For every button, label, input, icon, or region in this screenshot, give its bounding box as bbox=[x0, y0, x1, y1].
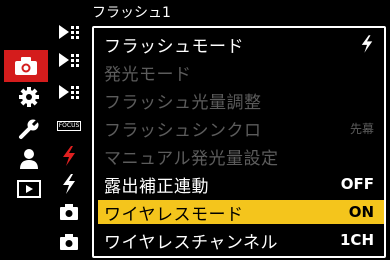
subtab-2[interactable] bbox=[52, 50, 86, 74]
menu-item-label: フラッシュモード bbox=[104, 36, 244, 57]
menu-item-label: 露出補正連動 bbox=[104, 176, 209, 197]
menu-item-value: OFF bbox=[340, 175, 374, 193]
menu-item-value: 1CH bbox=[340, 231, 374, 249]
subtab-6[interactable] bbox=[52, 174, 86, 198]
subtab-7[interactable] bbox=[52, 202, 86, 226]
menu-item-exposure-comp-link[interactable]: 露出補正連動 OFF bbox=[98, 172, 384, 197]
subtab-5[interactable] bbox=[52, 146, 86, 170]
person-icon bbox=[18, 148, 40, 170]
menu-item-flash-sync[interactable]: フラッシュシンクロ 先幕 bbox=[98, 116, 384, 141]
playback-icon bbox=[17, 180, 41, 198]
menu-panel: フラッシュモード 発光モード フラッシュ光量調整 フラッシュシンクロ 先幕 マニ… bbox=[92, 26, 386, 258]
menu-item-label: 発光モード bbox=[104, 64, 192, 85]
menu-item-wireless-channel[interactable]: ワイヤレスチャンネル 1CH bbox=[98, 228, 384, 253]
menu-item-value: 先幕 bbox=[349, 121, 374, 136]
tab-playback[interactable] bbox=[10, 176, 48, 202]
focus-icon: FOCUS bbox=[56, 121, 82, 131]
menu-item-label: フラッシュシンクロ bbox=[104, 120, 262, 141]
camera-settings-icon bbox=[59, 203, 79, 225]
menu-item-flash-adjust[interactable]: フラッシュ光量調整 bbox=[98, 88, 384, 113]
subtab-8[interactable] bbox=[52, 232, 86, 256]
flash-grid-icon bbox=[57, 23, 81, 45]
menu-item-firing-mode[interactable]: 発光モード bbox=[98, 60, 384, 85]
tab-photo[interactable] bbox=[4, 50, 48, 82]
tab-my-menu[interactable] bbox=[10, 146, 48, 172]
wrench-icon bbox=[18, 118, 40, 140]
menu-item-value: ON bbox=[348, 203, 374, 221]
menu-item-flash-mode[interactable]: フラッシュモード bbox=[98, 32, 384, 57]
subtab-4[interactable]: FOCUS bbox=[52, 114, 86, 138]
menu-item-label: ワイヤレスチャンネル bbox=[104, 232, 278, 253]
tab-custom[interactable] bbox=[10, 84, 48, 110]
flash-icon bbox=[61, 173, 77, 199]
menu-item-manual-flash-adjust[interactable]: マニュアル発光量設定 bbox=[98, 144, 384, 169]
camera-menu-screen: フラッシュ1 FOCUS フラッシュモード 発光モード フラッシュ光量調整 フラ… bbox=[0, 0, 390, 260]
gear-icon bbox=[18, 86, 40, 108]
camera-icon bbox=[14, 56, 38, 76]
menu-item-label: マニュアル発光量設定 bbox=[104, 148, 279, 169]
menu-item-label: フラッシュ光量調整 bbox=[104, 92, 262, 113]
tab-setup[interactable] bbox=[10, 116, 48, 142]
subtab-3[interactable] bbox=[52, 82, 86, 106]
subtab-1[interactable] bbox=[52, 22, 86, 46]
flash-icon bbox=[360, 34, 374, 54]
flash-grid-icon bbox=[57, 51, 81, 73]
menu-item-label: ワイヤレスモード bbox=[104, 204, 244, 225]
menu-item-wireless-mode[interactable]: ワイヤレスモード ON bbox=[98, 200, 384, 225]
flash-icon bbox=[61, 145, 77, 171]
flash-grid-icon bbox=[57, 83, 81, 105]
camera-settings-icon bbox=[59, 233, 79, 255]
page-title: フラッシュ1 bbox=[92, 5, 171, 21]
